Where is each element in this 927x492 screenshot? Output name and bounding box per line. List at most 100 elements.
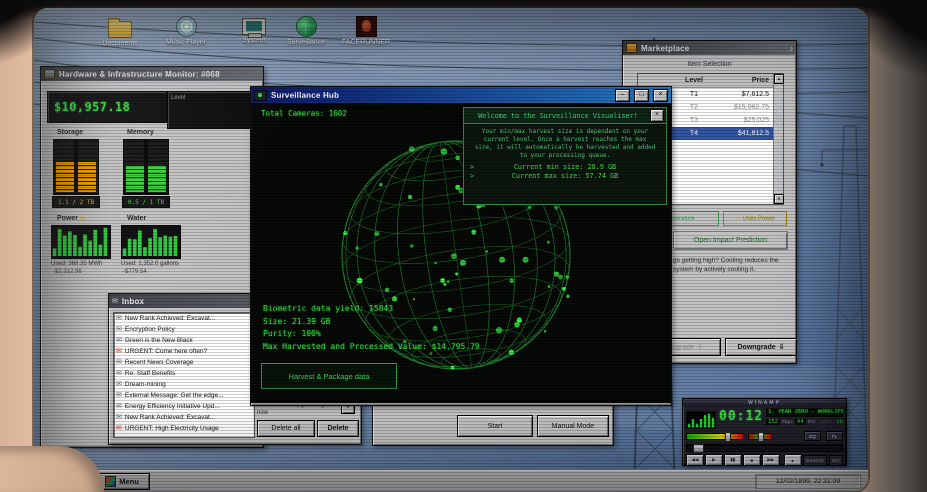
envelope-icon: ✉ xyxy=(116,315,122,322)
envelope-icon: ✉ xyxy=(116,414,122,421)
warning-icon: ⚠ xyxy=(735,215,740,222)
email-row[interactable]: ✉URGENT: Come here often? xyxy=(114,346,254,357)
email-subject: Green is the New Black xyxy=(125,337,193,344)
player-titlebar[interactable]: WINAMP xyxy=(683,399,846,406)
khz-label: khz xyxy=(808,420,816,425)
visualiser-dialog: Welcome to the Surveillance Visualiser! … xyxy=(463,107,667,205)
memory-label: Memory xyxy=(127,129,154,136)
email-subject: URGENT: High Electricity Usage xyxy=(125,425,219,432)
balance-slider[interactable] xyxy=(748,433,772,440)
camera-icon xyxy=(254,90,267,101)
downgrade-button[interactable]: Downgrade ⇩ xyxy=(725,338,797,356)
start-button[interactable]: Start xyxy=(457,415,533,437)
playlist-button[interactable]: PL xyxy=(826,431,843,441)
envelope-icon: ✉ xyxy=(116,425,122,432)
dialog-title: Welcome to the Surveillance Visualiser! xyxy=(466,112,650,120)
manual-mode-button[interactable]: Manual Mode xyxy=(537,415,609,437)
taskbar-clock: 12/02/1899, 22:31:09 xyxy=(755,474,861,489)
hardware-window-titlebar[interactable]: Hardware & Infrastructure Monitor: #068 xyxy=(41,67,263,81)
water-used: Used: 1,352.0 gallons xyxy=(121,261,179,267)
dialog-body-text: Your min/max harvest size is dependent o… xyxy=(464,124,666,162)
envelope-icon: ✉ xyxy=(116,392,122,399)
dialog-titlebar[interactable]: Welcome to the Surveillance Visualiser! … xyxy=(464,108,666,124)
email-row[interactable]: ✉External Message: Get the edge... xyxy=(114,390,254,401)
folder-icon xyxy=(108,21,132,38)
screen: Documents Music Player System Surveillan… xyxy=(34,8,868,491)
email-row[interactable]: ✉New Rank Achieved: Excavat... xyxy=(114,412,254,423)
memory-gauge xyxy=(123,139,169,195)
email-row[interactable]: ✉New Rank Achieved: Excavat... xyxy=(114,313,254,324)
email-list: ✉New Rank Achieved: Excavat... ✉Encrypti… xyxy=(113,312,255,438)
email-subject: URGENT: Come here often? xyxy=(125,348,207,355)
harvest-package-button[interactable]: Harvest & Package data xyxy=(261,363,397,389)
track-title: 1. YEAR ZERO - WORKLIFE (3:48) xyxy=(766,408,843,417)
balance-knob[interactable] xyxy=(758,432,764,442)
email-row[interactable]: ✉URGENT: High Electricity Usage xyxy=(114,423,254,434)
email-subject: New Rank Achieved: Excavat... xyxy=(125,315,215,322)
dialog-close-button[interactable]: × xyxy=(650,109,664,122)
harvest-stats: Biometric data yield: 15843 Size: 21.39 … xyxy=(263,303,480,353)
email-row[interactable]: ✉Re: Staff Benefits xyxy=(114,368,254,379)
shuffle-toggle[interactable]: SHUFFLE xyxy=(803,455,827,466)
cd-icon xyxy=(176,16,197,37)
desktop-icon-label: System xyxy=(228,37,280,44)
delete-button[interactable]: Delete xyxy=(317,420,359,437)
volume-knob[interactable] xyxy=(725,432,731,442)
scroll-down-arrow[interactable]: ▼ xyxy=(774,194,784,204)
warning-icon: ⚠ xyxy=(80,215,85,222)
email-row[interactable]: ✉Recent News Coverage xyxy=(114,357,254,368)
seek-bar[interactable] xyxy=(686,444,843,452)
email-row[interactable]: ✉Dream-mining xyxy=(114,379,254,390)
stat-yield: Biometric data yield: 15843 xyxy=(263,303,480,316)
email-row[interactable]: ✉Encryption Policy xyxy=(114,324,254,335)
close-button[interactable]: × xyxy=(653,89,668,102)
stat-purity: Purity: 100% xyxy=(263,328,480,341)
maximize-button[interactable]: □ xyxy=(634,89,649,102)
power-label: Power ⚠ xyxy=(57,215,85,222)
volume-slider[interactable] xyxy=(686,433,744,440)
water-label: Water xyxy=(127,215,146,222)
max-size-line: > Current max size: 57.74 GB xyxy=(464,172,666,180)
kbps-label: kbps xyxy=(782,420,793,425)
menu-logo-icon xyxy=(105,476,116,487)
level-column-header: Level xyxy=(678,77,710,84)
stop-button[interactable]: ■ xyxy=(743,454,761,466)
music-player: WINAMP 00:12 1. YEAR ZERO - WORKLIFE (3:… xyxy=(682,398,847,466)
desktop-icon-documents[interactable]: Documents xyxy=(94,16,146,47)
desktop-icon-surveillance[interactable]: Surveillance xyxy=(280,16,332,46)
window-title: Inbox xyxy=(122,297,144,306)
play-button[interactable]: ▶ xyxy=(705,454,723,466)
surveillance-window-titlebar[interactable]: Surveillance Hub – □ × xyxy=(251,87,671,103)
repeat-toggle[interactable]: REP xyxy=(829,455,843,466)
seek-knob[interactable] xyxy=(693,444,704,453)
water-usage-chart xyxy=(121,225,181,259)
stereo-indicator: stereo xyxy=(837,420,843,425)
surveillance-content: Total Cameras: 1602 Biometric data yield… xyxy=(251,103,671,403)
marketplace-window-titlebar[interactable]: Marketplace ♪ xyxy=(623,41,796,55)
minimize-button[interactable]: – xyxy=(615,89,630,102)
scrollbar[interactable]: ▲ ▼ xyxy=(773,74,783,204)
delete-all-button[interactable]: Delete all xyxy=(257,420,315,437)
face-icon xyxy=(356,16,377,37)
next-button[interactable]: ▶▶ xyxy=(762,454,780,466)
email-subject: External Message: Get the edge... xyxy=(125,392,224,399)
desktop-icon-music-player[interactable]: Music Player xyxy=(160,16,212,46)
email-row[interactable]: ✉Green is the New Black xyxy=(114,335,254,346)
desktop-icon-system[interactable]: System xyxy=(228,16,280,44)
globe-icon xyxy=(296,16,317,37)
memory-value: 0.5 / 1 TB xyxy=(122,196,170,208)
previous-button[interactable]: ◀◀ xyxy=(686,454,704,466)
scroll-up-arrow[interactable]: ▲ xyxy=(774,74,784,84)
open-impact-prediction-button[interactable]: Open Impact Prediction xyxy=(673,231,788,250)
eject-button[interactable]: ▲ xyxy=(784,454,802,466)
desktop-icon-label: Music Player xyxy=(160,39,212,46)
desktop-icon-facerunner[interactable]: FACERUNNER xyxy=(340,16,392,46)
envelope-icon: ✉ xyxy=(116,370,122,377)
up-arrow-icon: ⇧ xyxy=(697,343,703,351)
equalizer-button[interactable]: EQ xyxy=(804,431,821,441)
email-row[interactable]: ✉Energy Efficiency Initiative Upd... xyxy=(114,401,254,412)
envelope-icon: ✉ xyxy=(116,359,122,366)
samplerate-value: 44 xyxy=(795,419,806,425)
pause-button[interactable]: ▮▮ xyxy=(724,454,742,466)
desktop-icon-label: FACERUNNER xyxy=(340,39,392,46)
